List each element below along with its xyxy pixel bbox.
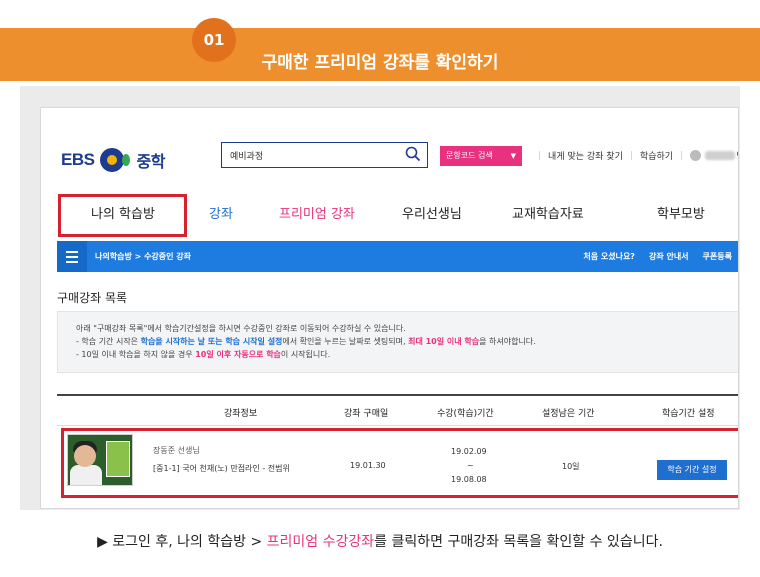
breadcrumb-bar: 나의학습방 > 수강중인 강좌 처음 오셨나요? 강좌 안내서 쿠폰등록 — [57, 241, 738, 272]
blurred-user-name — [705, 151, 736, 160]
code-search-label: 문항코드 검색 — [446, 151, 493, 160]
search-input[interactable] — [222, 143, 392, 167]
nav-highlight-box — [58, 194, 187, 237]
first-visit-link[interactable]: 처음 오셨나요? — [583, 251, 635, 262]
caption-suffix: 를 클릭하면 구매강좌 목록을 확인할 수 있습니다. — [374, 534, 663, 550]
ebs-logo-icon — [100, 148, 131, 172]
notice-box: 아래 "구매강좌 목록"에서 학습기간설정을 하시면 수강중인 강좌로 이동되어… — [57, 311, 738, 373]
coupon-register-link[interactable]: 쿠폰등록 — [703, 251, 732, 262]
breadcrumb-links: 처음 오셨나요? 강좌 안내서 쿠폰등록 — [583, 251, 732, 262]
header-purchase-date: 강좌 구매일 — [344, 409, 389, 419]
header-study-period: 수강(학습)기간 — [437, 409, 494, 419]
find-course-link[interactable]: 내게 맞는 강좌 찾기 — [548, 149, 623, 162]
header-course-info: 강좌정보 — [224, 409, 258, 419]
nav-parents[interactable]: 학부모방 — [657, 203, 705, 222]
caption-highlight: 프리미엄 수강강좌 — [266, 534, 375, 550]
course-guide-link[interactable]: 강좌 안내서 — [649, 251, 689, 262]
divider: | — [680, 150, 684, 161]
nav-teachers[interactable]: 우리선생님 — [402, 203, 462, 222]
notice-line-1: 아래 "구매강좌 목록"에서 학습기간설정을 하시면 수강중인 강좌로 이동되어… — [76, 324, 406, 333]
code-search-button[interactable]: 문항코드 검색 ▼ — [440, 146, 522, 166]
nav-premium-courses[interactable]: 프리미엄 강좌 — [279, 203, 355, 222]
dropdown-arrow-icon: ▼ — [510, 152, 516, 160]
header-remaining-period: 설정남은 기간 — [542, 409, 595, 419]
instruction-caption: ▶ 로그인 후, 나의 학습방 > 프리미엄 수강강좌를 클릭하면 구매강좌 목… — [0, 531, 760, 551]
user-suffix: 님 — [736, 149, 738, 162]
logo-text: EBS — [61, 150, 95, 169]
row-highlight-box — [61, 428, 738, 498]
website-screen: EBS 중학 문항코드 검색 ▼ | 내게 맞는 강좌 찾기 | 학습하기 | … — [40, 107, 739, 509]
menu-icon[interactable] — [57, 241, 87, 272]
user-icon — [690, 150, 702, 161]
nav-courses[interactable]: 강좌 — [209, 203, 233, 222]
divider: | — [629, 150, 633, 161]
step-title: 구매한 프리미엄 강좌를 확인하기 — [261, 53, 499, 73]
screenshot-frame: EBS 중학 문항코드 검색 ▼ | 내게 맞는 강좌 찾기 | 학습하기 | … — [20, 86, 740, 510]
header-period-setting: 학습기간 설정 — [662, 409, 715, 419]
logo-sub-text: 중학 — [136, 152, 165, 171]
notice-line-2: - 학습 기간 시작은 학습을 시작하는 날 또는 학습 시작일 설정에서 확인… — [76, 337, 536, 346]
study-link[interactable]: 학습하기 — [640, 149, 673, 162]
top-links: | 내게 맞는 강좌 찾기 | 학습하기 | 님 — [531, 149, 738, 162]
page-title: 구매강좌 목록 — [57, 291, 128, 305]
nav-textbook-materials[interactable]: 교재학습자료 — [512, 203, 584, 222]
search-icon[interactable] — [405, 146, 421, 162]
search-box — [221, 142, 428, 168]
divider: | — [538, 150, 542, 161]
breadcrumb: 나의학습방 > 수강중인 강좌 — [95, 252, 192, 261]
caption-prefix: ▶ 로그인 후, 나의 학습방 > — [97, 534, 267, 550]
notice-line-3: - 10일 이내 학습을 하지 않을 경우 10일 이후 자동으로 학습이 시작… — [76, 350, 331, 359]
table-header: 강좌정보 강좌 구매일 수강(학습)기간 설정남은 기간 학습기간 설정 — [57, 394, 738, 426]
ebs-logo[interactable]: EBS 중학 — [61, 148, 165, 172]
